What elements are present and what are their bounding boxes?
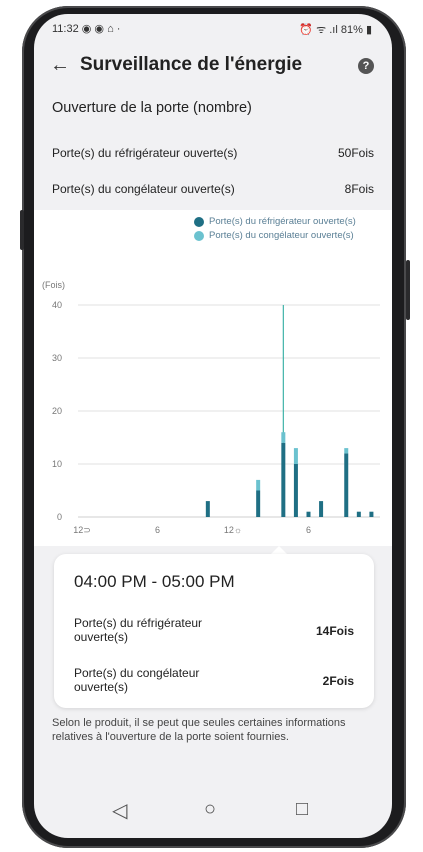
tooltip-label: Porte(s) du réfrigérateur ouverte(s) — [74, 616, 203, 644]
app-bar: ← Surveillance de l'énergie ? — [34, 48, 392, 88]
x-tick-label: 6 — [155, 525, 160, 535]
status-left: 11:32 ◉ ◉ ⌂ · — [52, 22, 120, 35]
x-tick-label: 12☼ — [224, 525, 242, 535]
bar-freezer — [344, 448, 349, 454]
system-nav-bar: ◁ ○ □ — [34, 798, 392, 834]
y-tick-label: 0 — [57, 512, 62, 522]
nav-home-icon[interactable]: ○ — [204, 798, 216, 821]
section-title: Ouverture de la porte (nombre) — [52, 100, 252, 116]
status-bar: 11:32 ◉ ◉ ⌂ · ⏰ ᯤ .ıl 81% ▮ — [34, 14, 392, 42]
bar-chart[interactable]: (Fois) 0 10 20 30 40 12⊃ 6 12☼ 6 — [34, 210, 392, 546]
tooltip-label: Porte(s) du congélateur ouverte(s) — [74, 666, 200, 694]
summary-label: Porte(s) du réfrigérateur ouverte(s) — [52, 146, 238, 160]
bar-fridge — [319, 501, 324, 517]
y-tick-label: 20 — [52, 406, 62, 416]
bar-fridge — [344, 453, 349, 517]
y-axis-label: (Fois) — [42, 280, 65, 290]
summary-row-fridge: Porte(s) du réfrigérateur ouverte(s) 50F… — [34, 136, 392, 170]
tooltip-card: 04:00 PM - 05:00 PM Porte(s) du réfrigér… — [54, 554, 374, 708]
tooltip-time-range: 04:00 PM - 05:00 PM — [74, 572, 235, 591]
bar-freezer — [293, 448, 298, 464]
bar-fridge — [256, 490, 261, 517]
nav-recent-icon[interactable]: □ — [296, 798, 308, 821]
summary-row-freezer: Porte(s) du congélateur ouverte(s) 8Fois — [34, 172, 392, 206]
bar-freezer — [281, 432, 286, 443]
bar-fridge — [356, 511, 361, 517]
chart-card: Porte(s) du réfrigérateur ouverte(s) Por… — [34, 210, 392, 546]
tooltip-value: 14Fois — [315, 624, 354, 638]
bar-fridge — [205, 501, 210, 517]
status-signal-icons: ⏰ ᯤ .ıl — [299, 24, 338, 36]
bar-fridge — [293, 464, 298, 517]
status-time: 11:32 — [52, 23, 79, 35]
back-arrow-icon[interactable]: ← — [50, 54, 70, 77]
y-tick-label: 30 — [52, 353, 62, 363]
screen: 11:32 ◉ ◉ ⌂ · ⏰ ᯤ .ıl 81% ▮ ← Surveillan… — [34, 14, 392, 838]
disclaimer-note: Selon le produit, il se peut que seules … — [52, 717, 346, 743]
x-tick-label: 6 — [306, 525, 311, 535]
battery-icon: ▮ — [365, 24, 372, 36]
x-tick-label: 12⊃ — [73, 525, 91, 535]
bar-fridge — [306, 511, 311, 517]
power-button — [406, 260, 410, 320]
volume-button — [20, 210, 24, 250]
summary-value: 8Fois — [344, 182, 374, 196]
bar-fridge — [369, 511, 374, 517]
nav-back-icon[interactable]: ◁ — [112, 798, 127, 823]
bar-freezer — [256, 479, 261, 491]
y-tick-label: 10 — [52, 459, 62, 469]
help-question-icon[interactable]: ? — [358, 58, 374, 74]
page-title: Surveillance de l'énergie — [80, 54, 303, 75]
y-tick-label: 40 — [52, 300, 62, 310]
status-right: ⏰ ᯤ .ıl 81% ▮ — [299, 22, 372, 37]
bar-fridge — [281, 442, 286, 517]
summary-label: Porte(s) du congélateur ouverte(s) — [52, 182, 235, 196]
summary-value: 50Fois — [337, 146, 374, 160]
tooltip-value: 2Fois — [322, 674, 354, 688]
battery-level: 81% — [340, 24, 363, 36]
status-notification-icons: ◉ ◉ ⌂ · — [81, 23, 121, 35]
